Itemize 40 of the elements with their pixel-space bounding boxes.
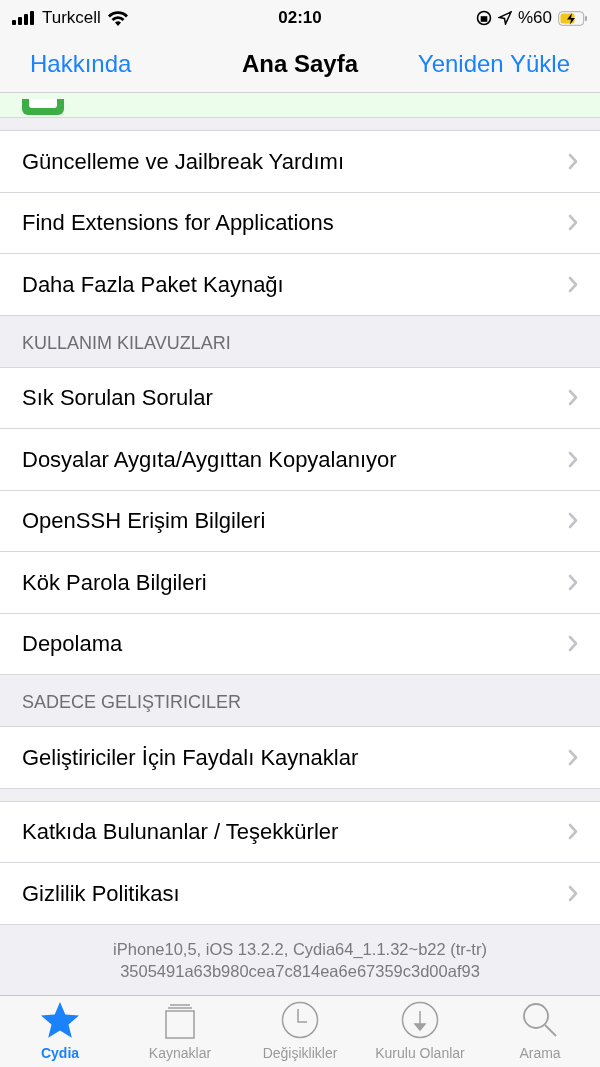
download-icon [401, 1001, 439, 1039]
section-header: SADECE GELIŞTIRICILER [22, 691, 242, 714]
menu-row[interactable]: Dosyalar Aygıta/Aygıttan Kopyalanıyor [0, 429, 600, 491]
chevron-icon [568, 450, 578, 468]
menu-row[interactable]: Katkıda Bulunanlar / Teşekkürler [0, 801, 600, 863]
menu-row[interactable]: Find Extensions for Applications [0, 192, 600, 254]
menu-row[interactable]: Güncelleme ve Jailbreak Yardımı [0, 131, 600, 193]
device-info: 3505491a63b980cea7c814ea6e67359c3d00af93 [120, 960, 480, 982]
chevron-icon [568, 214, 578, 232]
chevron-icon [568, 573, 578, 591]
location-arrow-icon [497, 11, 512, 25]
account-icon [22, 99, 64, 115]
chevron-icon [568, 389, 578, 407]
wifi-icon [106, 10, 129, 26]
device-info: iPhone10,5, iOS 13.2.2, Cydia64_1.1.32~b22 (tr-tr) [113, 938, 487, 960]
battery-charging-icon [558, 10, 588, 26]
search-icon [521, 1001, 559, 1039]
menu-row[interactable]: Depolama [0, 613, 600, 675]
chevron-icon [568, 823, 578, 841]
chevron-icon [568, 512, 578, 530]
chevron-icon [568, 275, 578, 293]
menu-row[interactable]: OpenSSH Erişim Bilgileri [0, 490, 600, 552]
chevron-icon [568, 884, 578, 902]
page-title: Ana Sayfa [241, 49, 359, 79]
menu-row[interactable]: Sık Sorulan Sorular [0, 367, 600, 429]
stack-icon [164, 1003, 196, 1039]
menu-row[interactable]: Daha Fazla Paket Kaynağı [0, 254, 600, 316]
menu-row[interactable]: Gizlilik Politikası [0, 863, 600, 925]
star-icon [40, 1001, 80, 1039]
chevron-icon [568, 635, 578, 653]
battery-percentage: %60 [517, 7, 552, 30]
menu-row[interactable]: Kök Parola Bilgileri [0, 552, 600, 614]
clock-icon [281, 1001, 319, 1039]
carrier-name: Turkcell [42, 7, 101, 30]
section-header: KULLANIM KILAVUZLARI [22, 331, 231, 355]
menu-row[interactable]: Geliştiriciler İçin Faydalı Kaynaklar [0, 727, 600, 789]
signal-icon [12, 11, 36, 25]
chevron-icon [568, 748, 578, 766]
chevron-icon [568, 152, 578, 170]
clock-time: 02:10 [278, 7, 322, 30]
